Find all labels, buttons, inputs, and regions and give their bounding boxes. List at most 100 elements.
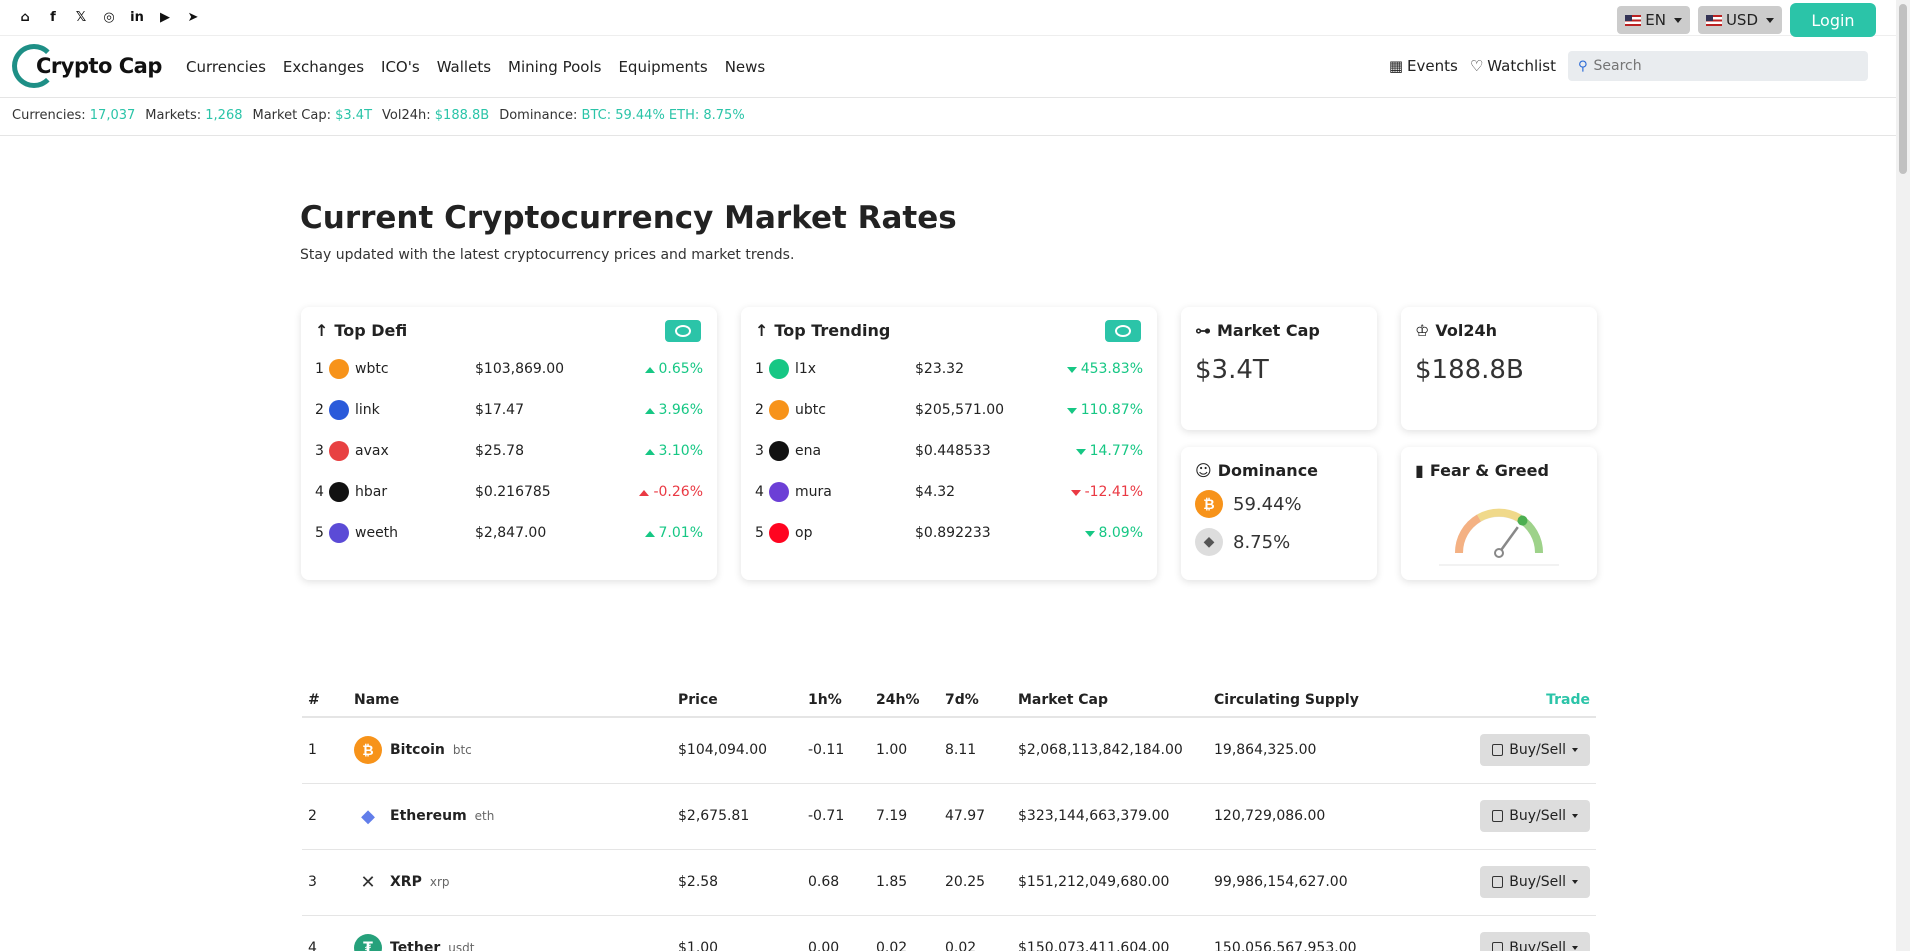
stat-label: Vol24h: [382, 108, 431, 123]
cell-price: $2.58 [672, 849, 802, 916]
nav-item-equipments[interactable]: Equipments [618, 58, 707, 76]
telegram-icon[interactable]: ➤ [184, 8, 202, 26]
buy-sell-button[interactable]: Buy/Sell [1480, 866, 1590, 898]
coin-name: wbtc [355, 361, 389, 377]
login-button[interactable]: Login [1790, 3, 1876, 37]
gauge-segment-neutral [1477, 508, 1521, 522]
col-price[interactable]: Price [672, 683, 802, 718]
events-link[interactable]: ▦ Events [1389, 57, 1458, 75]
search-input[interactable] [1593, 58, 1854, 74]
rank: 4 [755, 484, 764, 500]
coin[interactable]: ✕ XRP xrp [354, 868, 666, 896]
scrollbar[interactable] [1896, 0, 1910, 951]
nav-item-exchanges[interactable]: Exchanges [283, 58, 364, 76]
cell-price: $104,094.00 [672, 717, 802, 784]
list-item[interactable]: 3 ena $0.448533 14.77% [755, 441, 1143, 461]
col-1h[interactable]: 1h% [802, 683, 870, 718]
cell-market-cap: $150,073,411,604.00 [1012, 915, 1208, 951]
nav-item-news[interactable]: News [725, 58, 766, 76]
coin-name: weeth [355, 525, 399, 541]
coin-change-value: 8.09% [1098, 525, 1143, 541]
col-circulating-supply[interactable]: Circulating Supply [1208, 683, 1434, 718]
shopping-bag-icon [1492, 942, 1504, 951]
coin-change-value: 14.77% [1089, 443, 1143, 459]
buy-sell-button[interactable]: Buy/Sell [1480, 800, 1590, 832]
rank: 3 [315, 443, 324, 459]
col-market-cap[interactable]: Market Cap [1012, 683, 1208, 718]
nav-item-mining-pools[interactable]: Mining Pools [508, 58, 601, 76]
nav-item-wallets[interactable]: Wallets [437, 58, 491, 76]
scrollbar-thumb[interactable] [1899, 4, 1907, 174]
buy-sell-button[interactable]: Buy/Sell [1480, 932, 1590, 951]
search-icon: ⚲ [1578, 58, 1588, 74]
currency-dropdown[interactable]: USD [1697, 6, 1782, 34]
watchlist-link[interactable]: ♡ Watchlist [1470, 57, 1556, 75]
card-title: ⊶ Market Cap [1195, 321, 1320, 340]
logo[interactable]: Crypto Cap [12, 44, 162, 88]
logo-text: Crypto Cap [36, 54, 162, 78]
list-item[interactable]: 4 hbar $0.216785 -0.26% [315, 482, 703, 502]
stat-value[interactable]: BTC: 59.44% ETH: 8.75% [582, 108, 745, 123]
change-arrow-icon [644, 449, 655, 455]
chevron-down-icon [1572, 748, 1578, 753]
nav-item-currencies[interactable]: Currencies [186, 58, 266, 76]
stat-value[interactable]: 17,037 [90, 108, 136, 123]
stat-dominance: Dominance: BTC: 59.44% ETH: 8.75% [499, 108, 745, 126]
rank: 2 [755, 402, 764, 418]
list-item[interactable]: 2 ubtc $205,571.00 110.87% [755, 400, 1143, 420]
card-title-text: Dominance [1217, 461, 1319, 480]
linkedin-icon[interactable]: in [128, 8, 146, 26]
col-trade: Trade [1434, 683, 1596, 718]
coin-change-value: -12.41% [1084, 484, 1143, 500]
coin-name: Ethereum [390, 808, 467, 824]
cell-price: $2,675.81 [672, 783, 802, 850]
stat-value[interactable]: $3.4T [335, 108, 372, 123]
cell-1h: 0.68 [802, 849, 870, 916]
facebook-icon[interactable]: f [44, 8, 62, 26]
list-item[interactable]: 3 avax $25.78 3.10% [315, 441, 703, 461]
youtube-icon[interactable]: ▶ [156, 8, 174, 26]
col-7d[interactable]: 7d% [939, 683, 1012, 718]
eye-icon[interactable] [665, 320, 701, 342]
calendar-icon: ▦ [1388, 57, 1404, 75]
coin-name: link [355, 402, 380, 418]
coin-price: $0.892233 [915, 525, 991, 541]
list-item[interactable]: 1 l1x $23.32 453.83% [755, 359, 1143, 379]
table-row[interactable]: 3 ✕ XRP xrp $2.58 0.68 1.85 20.25 $151,212,049,6… [302, 849, 1596, 916]
table-row[interactable]: 4 ₮ Tether usdt $1.00 0.00 0.02 0.02 $150,073,41… [302, 915, 1596, 951]
language-dropdown[interactable]: EN [1617, 6, 1690, 34]
list-item[interactable]: 5 op $0.892233 8.09% [755, 523, 1143, 543]
ethereum-icon: ◆ [1195, 528, 1223, 556]
cell-rank: 2 [302, 783, 348, 850]
coin[interactable]: ₿ Bitcoin btc [354, 736, 666, 765]
coin[interactable]: ◆ Ethereum eth [354, 802, 666, 830]
list-item[interactable]: 1 wbtc $103,869.00 0.65% [315, 359, 703, 379]
col-24h[interactable]: 24h% [870, 683, 939, 718]
cell-name: ₿ Bitcoin btc [348, 717, 672, 784]
col-name[interactable]: Name [348, 683, 672, 718]
list-item[interactable]: 5 weeth $2,847.00 7.01% [315, 523, 703, 543]
list-item[interactable]: 4 mura $4.32 -12.41% [755, 482, 1143, 502]
col-rank[interactable]: # [302, 683, 348, 718]
nav-item-icos[interactable]: ICO's [381, 58, 420, 76]
us-flag-icon [1625, 14, 1642, 26]
home-icon[interactable]: ⌂ [16, 8, 34, 26]
coin[interactable]: ₮ Tether usdt [354, 934, 666, 951]
table-row[interactable]: 1 ₿ Bitcoin btc $104,094.00 -0.11 1.00 8.11 $2,0… [302, 717, 1596, 784]
table-row[interactable]: 2 ◆ Ethereum eth $2,675.81 -0.71 7.19 47.97 $323… [302, 783, 1596, 850]
coin-change-value: 110.87% [1080, 402, 1143, 418]
rank: 5 [315, 525, 324, 541]
rank: 5 [755, 525, 764, 541]
buy-sell-button[interactable]: Buy/Sell [1480, 734, 1590, 767]
instagram-icon[interactable]: ◎ [100, 8, 118, 26]
eye-icon[interactable] [1105, 320, 1141, 342]
list-item[interactable]: 2 link $17.47 3.96% [315, 400, 703, 420]
card-title: ▮ Fear & Greed [1415, 461, 1549, 480]
buy-sell-label: Buy/Sell [1509, 874, 1566, 890]
stat-value[interactable]: $188.8B [435, 108, 489, 123]
vol24h-value: $188.8B [1415, 355, 1524, 385]
stat-value[interactable]: 1,268 [205, 108, 242, 123]
eth-icon: ◆ [354, 802, 382, 830]
stat-market-cap: Market Cap: $3.4T [252, 108, 372, 126]
x-icon[interactable]: 𝕏 [72, 8, 90, 26]
